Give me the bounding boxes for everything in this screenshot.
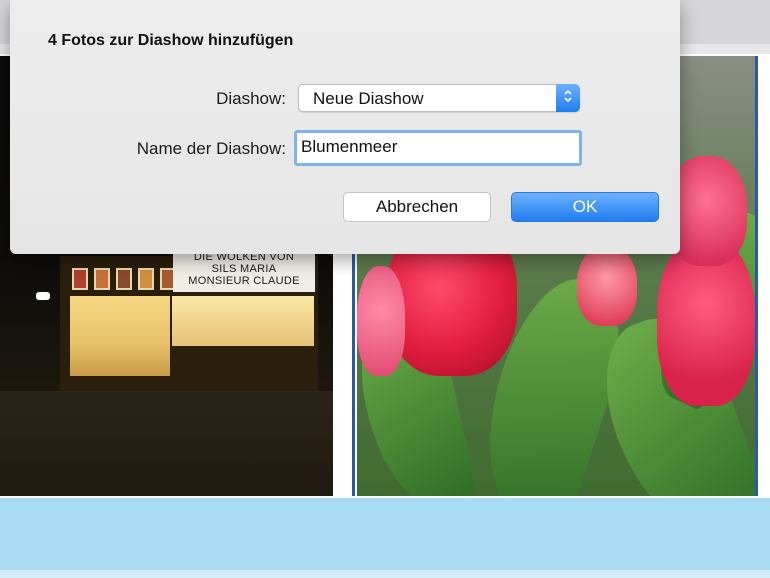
poster: [138, 268, 154, 290]
tulip-flower: [577, 246, 637, 326]
street-ground: [0, 391, 333, 496]
poster-row: [72, 268, 176, 290]
add-to-slideshow-dialog: 4 Fotos zur Diashow hinzufügen Diashow: …: [10, 0, 680, 254]
tulip-flower: [357, 266, 405, 376]
poster: [94, 268, 110, 290]
slideshow-name-input[interactable]: [297, 133, 575, 161]
cancel-button[interactable]: Abbrechen: [343, 192, 491, 222]
slideshow-name-label: Name der Diashow:: [136, 139, 286, 158]
marquee-line: SILS MARIA: [211, 263, 277, 275]
selection-border-right: [755, 56, 758, 496]
marquee-line: MONSIEUR CLAUDE: [188, 275, 300, 287]
cinema-entrance-light: [70, 296, 170, 376]
updown-chevron-icon: [556, 84, 580, 112]
slideshow-label: Diashow:: [216, 89, 286, 108]
poster: [72, 268, 88, 290]
dialog-title: 4 Fotos zur Diashow hinzufügen: [48, 32, 294, 49]
slideshow-select-value: Neue Diashow: [313, 89, 424, 108]
ok-button[interactable]: OK: [511, 192, 659, 222]
slideshow-name-field[interactable]: [294, 130, 582, 166]
cinema-marquee: DIE WOLKEN VON SILS MARIA MONSIEUR CLAUD…: [173, 248, 315, 292]
slideshow-select[interactable]: Neue Diashow: [298, 84, 580, 112]
street-lamp: [36, 292, 50, 300]
chevron-svg: [564, 89, 572, 103]
bottom-strip: [0, 570, 770, 578]
poster: [116, 268, 132, 290]
cinema-showcase-light: [172, 296, 314, 346]
